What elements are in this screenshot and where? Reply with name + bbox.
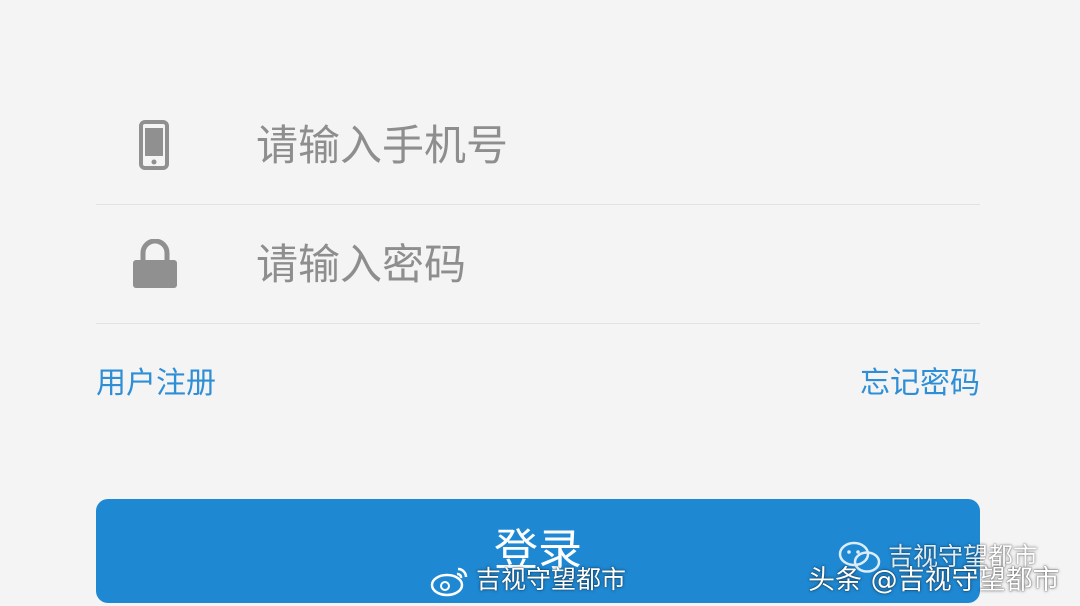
weibo-icon	[430, 567, 468, 597]
password-field-row	[96, 205, 980, 324]
login-screen: 用户注册 忘记密码 登录 吉视守望都市 吉视守望都市 头条 @吉视守望都市	[0, 0, 1080, 606]
forgot-password-link[interactable]: 忘记密码	[860, 362, 980, 406]
phone-input[interactable]	[256, 108, 946, 182]
weibo-watermark: 吉视守望都市	[430, 560, 626, 597]
toutiao-watermark-text: 头条 @吉视守望都市	[808, 565, 1060, 596]
lock-icon	[133, 239, 177, 288]
weibo-watermark-text: 吉视守望都市	[476, 565, 627, 594]
register-link[interactable]: 用户注册	[96, 362, 216, 406]
toutiao-watermark: 头条 @吉视守望都市	[808, 558, 1060, 597]
phone-field-row	[96, 86, 980, 205]
password-input[interactable]	[256, 227, 946, 301]
mobile-phone-icon	[139, 120, 169, 170]
